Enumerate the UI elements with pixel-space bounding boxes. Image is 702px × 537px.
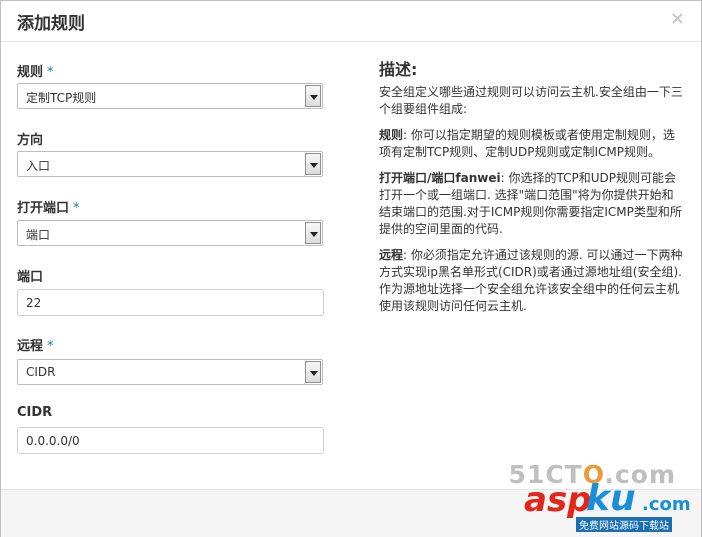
- chevron-down-icon[interactable]: [305, 85, 321, 107]
- port-term: 打开端口/端口fanwei: [379, 171, 501, 185]
- watermark-logo: 51CTO.com asp ku .com 免费网站源码下载站: [494, 460, 694, 532]
- description-rule: 规则: 你可以指定期望的规则模板或者使用定制规则，选项有定制TCP规则、定制UD…: [379, 127, 684, 161]
- dialog-header: 添加规则 ×: [1, 1, 701, 42]
- description-intro: 安全组定义哪些通过规则可以访问云主机.安全组由一下三个组要组件组成:: [379, 85, 683, 116]
- rule-select-value: 定制TCP规则: [26, 91, 97, 105]
- rule-label: 规则 *: [17, 61, 54, 80]
- watermark-brand-b: ku: [586, 478, 636, 519]
- remote-label-text: 远程: [17, 339, 44, 354]
- cidr-label-text: CIDR: [17, 405, 53, 420]
- rule-label-text: 规则: [17, 65, 44, 80]
- rule-select[interactable]: 定制TCP规则: [17, 83, 323, 109]
- add-rule-dialog: 添加规则 × 规则 * 定制TCP规则 方向 入口 打开端口 * 端口 端口 22 …: [0, 0, 702, 537]
- port-input-value: 22: [26, 296, 42, 310]
- description-remote: 远程: 你必须指定允许通过该规则的源. 可以通过一下两种方式实现ip黑名单形式(…: [379, 247, 684, 315]
- open-port-select[interactable]: 端口: [17, 220, 323, 246]
- watermark-tagline: 免费网站源码下载站: [576, 517, 672, 532]
- description-port: 打开端口/端口fanwei: 你选择的TCP和UDP规则可能会打开一个或一组端口…: [379, 170, 684, 238]
- required-mark: *: [47, 65, 54, 80]
- dialog-title: 添加规则: [17, 14, 85, 34]
- required-mark: *: [73, 201, 80, 216]
- required-mark: *: [47, 339, 54, 354]
- cidr-label: CIDR: [17, 405, 52, 420]
- port-label: 端口: [17, 266, 43, 285]
- port-input[interactable]: 22: [17, 289, 324, 316]
- remote-term: 远程: [379, 248, 404, 262]
- direction-label-text: 方向: [17, 133, 44, 148]
- close-icon[interactable]: ×: [670, 8, 685, 29]
- description-title: 描述:: [379, 60, 418, 79]
- open-port-select-value: 端口: [26, 228, 51, 242]
- watermark-brand-c: .com: [642, 494, 691, 515]
- chevron-down-icon[interactable]: [305, 153, 321, 175]
- cidr-input[interactable]: 0.0.0.0/0: [17, 427, 324, 454]
- remote-select[interactable]: CIDR: [17, 359, 323, 385]
- port-label-text: 端口: [17, 270, 44, 285]
- direction-label: 方向: [17, 129, 43, 148]
- rule-term: 规则: [379, 128, 404, 142]
- direction-select[interactable]: 入口: [17, 151, 323, 177]
- chevron-down-icon[interactable]: [305, 361, 321, 383]
- rule-text: : 你可以指定期望的规则模板或者使用定制规则，选项有定制TCP规则、定制UDP规…: [379, 128, 675, 159]
- direction-select-value: 入口: [26, 159, 51, 173]
- open-port-label: 打开端口 *: [17, 197, 80, 216]
- watermark-brand-a: asp: [524, 480, 592, 520]
- remote-label: 远程 *: [17, 335, 54, 354]
- remote-text: : 你必须指定允许通过该规则的源. 可以通过一下两种方式实现ip黑名单形式(CI…: [379, 248, 683, 313]
- remote-select-value: CIDR: [26, 365, 56, 379]
- description-panel: 描述: 安全组定义哪些通过规则可以访问云主机.安全组由一下三个组要组件组成: 规…: [379, 61, 684, 324]
- chevron-down-icon[interactable]: [305, 222, 321, 244]
- open-port-label-text: 打开端口: [17, 201, 70, 216]
- cidr-input-value: 0.0.0.0/0: [26, 434, 80, 448]
